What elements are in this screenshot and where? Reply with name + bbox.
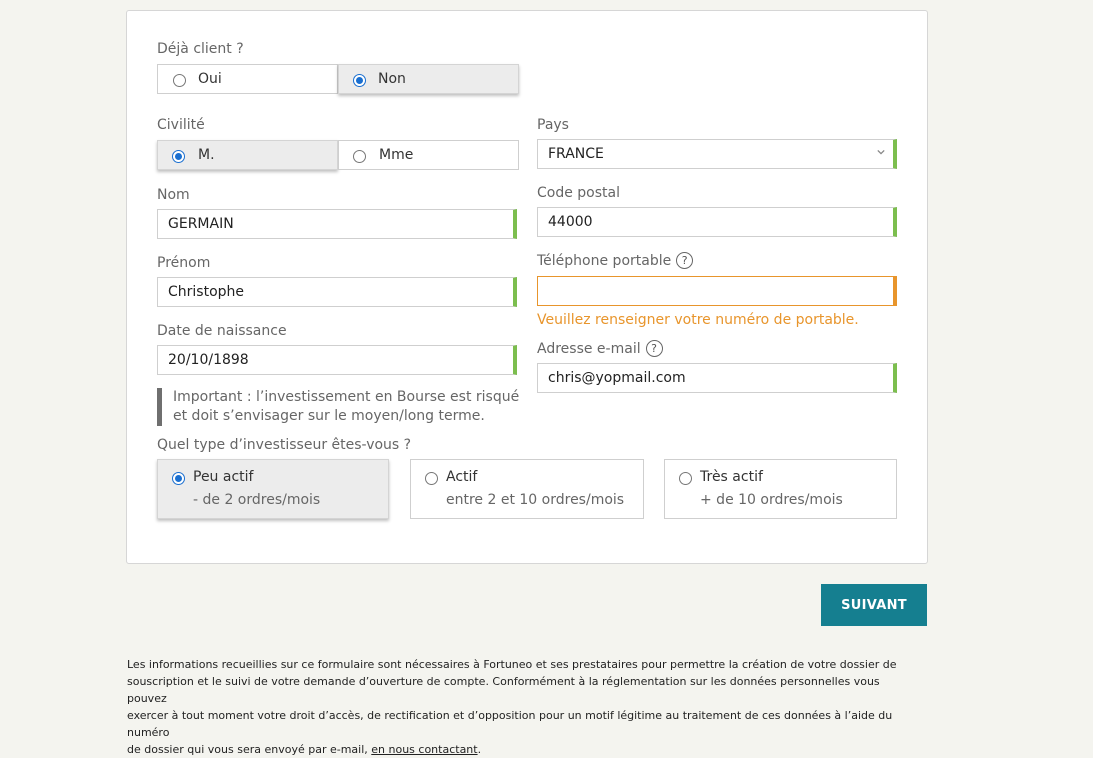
pays-value: FRANCE: [548, 146, 604, 162]
investisseur-tres-actif-option[interactable]: Très actif + de 10 ordres/mois: [664, 459, 897, 519]
nom-input[interactable]: GERMAIN: [157, 209, 517, 239]
email-input[interactable]: chris@yopmail.com: [537, 363, 897, 393]
investisseur-peu-actif-radio[interactable]: [172, 472, 185, 485]
pays-label: Pays: [537, 117, 569, 133]
important-note-line1: Important : l’investissement en Bourse e…: [173, 389, 520, 405]
suivant-button[interactable]: SUIVANT: [821, 584, 927, 626]
civilite-mme-label: Mme: [379, 147, 414, 163]
telephone-input[interactable]: [537, 276, 897, 306]
legal-notice: Les informations recueillies sur ce form…: [127, 656, 917, 758]
important-note: Important : l’investissement en Bourse e…: [157, 388, 533, 426]
chevron-down-icon: [877, 149, 885, 155]
legal-line1: Les informations recueillies sur ce form…: [127, 658, 897, 671]
nom-label: Nom: [157, 187, 190, 203]
code-postal-input[interactable]: 44000: [537, 207, 897, 237]
client-oui-option[interactable]: Oui: [157, 64, 338, 94]
important-note-line2: et doit s’envisager sur le moyen/long te…: [173, 408, 485, 424]
client-oui-radio[interactable]: [173, 74, 186, 87]
investisseur-tres-actif-sub: + de 10 ordres/mois: [700, 492, 843, 508]
civilite-mme-option[interactable]: Mme: [338, 140, 519, 170]
investisseur-peu-actif-option[interactable]: Peu actif - de 2 ordres/mois: [157, 459, 389, 519]
civilite-m-option[interactable]: M.: [157, 140, 338, 170]
telephone-error: Veuillez renseigner votre numéro de port…: [537, 312, 859, 328]
investisseur-actif-sub: entre 2 et 10 ordres/mois: [446, 492, 625, 508]
civilite-m-radio[interactable]: [172, 150, 185, 163]
email-label-text: Adresse e-mail: [537, 341, 641, 357]
telephone-label: Téléphone portable?: [537, 252, 694, 269]
telephone-label-text: Téléphone portable: [537, 253, 672, 269]
nom-value: GERMAIN: [168, 216, 234, 232]
investisseur-tres-actif-title: Très actif: [700, 469, 763, 485]
investisseur-actif-title: Actif: [446, 469, 478, 485]
prenom-value: Christophe: [168, 284, 245, 300]
email-value: chris@yopmail.com: [548, 370, 686, 386]
investisseur-label: Quel type d’investisseur êtes-vous ?: [157, 437, 412, 453]
date-naissance-input[interactable]: 20/10/1898: [157, 345, 517, 375]
help-icon[interactable]: ?: [676, 252, 694, 269]
prenom-label: Prénom: [157, 255, 211, 271]
legal-line2: souscription et le suivi de votre demand…: [127, 675, 880, 705]
date-naissance-value: 20/10/1898: [168, 352, 249, 368]
code-postal-value: 44000: [548, 214, 593, 230]
civilite-mme-radio[interactable]: [353, 150, 366, 163]
investisseur-peu-actif-sub: - de 2 ordres/mois: [193, 492, 321, 508]
email-label: Adresse e-mail?: [537, 340, 663, 357]
client-non-option[interactable]: Non: [338, 64, 519, 94]
prenom-input[interactable]: Christophe: [157, 277, 517, 307]
investisseur-peu-actif-title: Peu actif: [193, 469, 254, 485]
civilite-m-label: M.: [198, 147, 215, 163]
client-label: Déjà client ?: [157, 41, 244, 57]
civilite-label: Civilité: [157, 117, 205, 133]
client-oui-label: Oui: [198, 71, 222, 87]
investisseur-tres-actif-radio[interactable]: [679, 472, 692, 485]
client-non-label: Non: [378, 71, 406, 87]
form-card: Déjà client ? Oui Non Civilité M. Mme Pa…: [126, 10, 928, 564]
investisseur-actif-radio[interactable]: [425, 472, 438, 485]
investisseur-actif-option[interactable]: Actif entre 2 et 10 ordres/mois: [410, 459, 644, 519]
help-icon[interactable]: ?: [645, 340, 663, 357]
code-postal-label: Code postal: [537, 185, 620, 201]
client-non-radio[interactable]: [353, 74, 366, 87]
date-naissance-label: Date de naissance: [157, 323, 287, 339]
pays-select[interactable]: FRANCE: [537, 139, 897, 169]
legal-line3: exercer à tout moment votre droit d’accè…: [127, 709, 893, 739]
